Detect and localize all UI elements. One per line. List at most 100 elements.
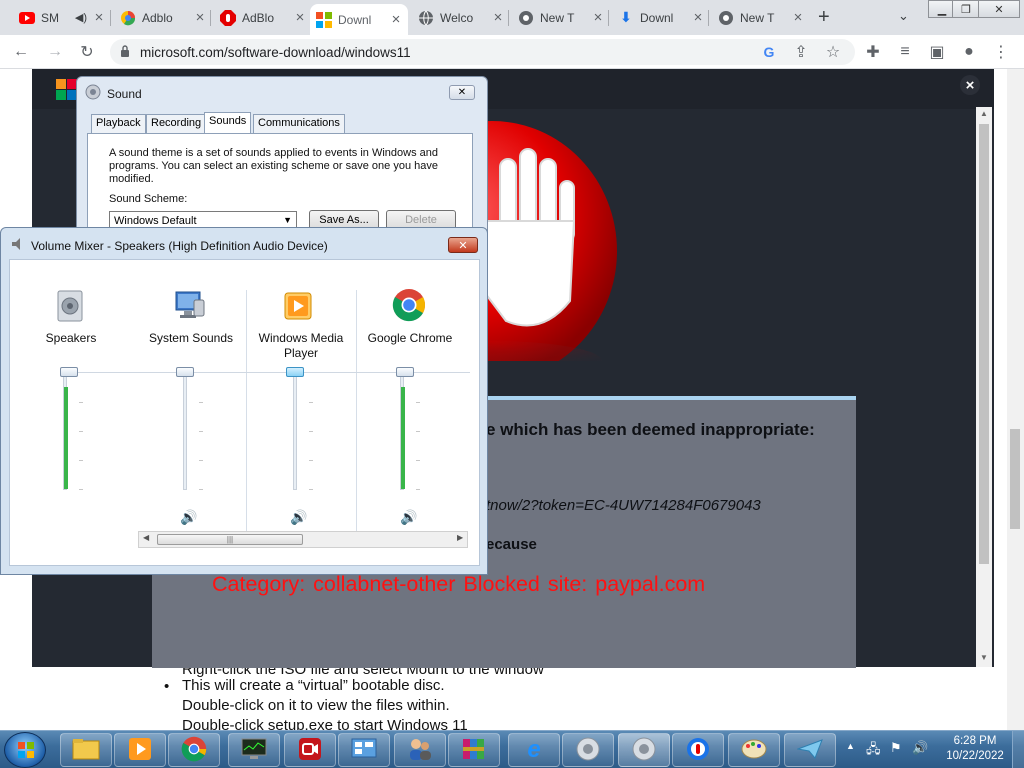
tab-separator <box>210 10 211 26</box>
tab-sounds[interactable]: Sounds <box>204 112 252 134</box>
speakers-volume-slider[interactable] <box>60 367 78 377</box>
scroll-down-arrow-icon[interactable]: ▼ <box>980 653 988 662</box>
taskbar-speaker-button[interactable] <box>562 733 614 767</box>
taskbar-media-player-button[interactable] <box>114 733 166 767</box>
tab-adblock-store[interactable]: Adblo × <box>114 4 212 31</box>
adblock-store-icon <box>120 10 136 26</box>
tab-communications[interactable]: Communications <box>253 114 345 134</box>
profile-avatar-icon[interactable]: ● <box>958 41 980 63</box>
tab-search-chevron-icon[interactable]: ⌄ <box>898 8 909 24</box>
media-control-icon[interactable]: ≡ <box>894 41 916 63</box>
taskbar-monitor-button[interactable] <box>228 733 280 767</box>
tab-new-tab[interactable]: New T × <box>712 4 810 31</box>
wmp-volume-slider[interactable] <box>286 367 304 377</box>
scroll-up-arrow-icon[interactable]: ▲ <box>980 109 988 118</box>
tray-expand-icon[interactable]: ▲ <box>846 741 855 751</box>
share-icon[interactable]: ⇪ <box>790 41 812 63</box>
sound-close-button[interactable]: ✕ <box>449 85 475 100</box>
level-meter <box>64 386 68 489</box>
speaker-icon[interactable]: ◀︎) <box>75 11 87 24</box>
screen-recorder-icon <box>298 737 322 764</box>
tab-close-icon[interactable]: × <box>792 9 804 26</box>
wmp-volume-track[interactable] <box>293 372 297 490</box>
taskbar-sound-button-active[interactable] <box>618 733 670 767</box>
lock-icon[interactable] <box>120 44 130 60</box>
mixer-scroll-thumb[interactable]: ||| <box>157 534 303 545</box>
tab-close-icon[interactable]: × <box>93 9 105 26</box>
channel-separator <box>246 290 247 532</box>
block-line-3: ecause <box>486 536 537 553</box>
taskbar-winrar-button[interactable] <box>448 733 500 767</box>
system-sounds-mute-icon[interactable]: 🔊 <box>180 509 197 526</box>
show-desktop-button[interactable] <box>1012 731 1024 768</box>
new-tab-button[interactable]: + <box>818 6 830 29</box>
reload-icon[interactable]: ↻ <box>76 41 98 63</box>
address-bar[interactable]: microsoft.com/software-download/windows1… <box>110 39 855 65</box>
tab-adblock[interactable]: AdBlo × <box>214 4 312 31</box>
overlay-scroll-thumb[interactable] <box>979 124 989 564</box>
tab-welcome[interactable]: Welco × <box>412 4 510 31</box>
taskbar-explorer-button[interactable] <box>60 733 112 767</box>
url-text[interactable]: microsoft.com/software-download/windows1… <box>140 45 411 60</box>
close-overlay-button[interactable]: × <box>960 75 980 95</box>
side-panel-icon[interactable]: ▣ <box>926 41 948 63</box>
system-sounds-volume-track[interactable] <box>183 372 187 490</box>
mail-plane-icon <box>796 738 823 762</box>
action-center-flag-icon[interactable]: ⚑ <box>890 740 902 756</box>
tab-label: New T <box>540 10 575 25</box>
chrome-volume-track[interactable] <box>400 372 405 490</box>
maximize-button[interactable]: ❐ <box>952 0 980 18</box>
taskbar-paint-button[interactable] <box>728 733 780 767</box>
taskbar-adblock-button[interactable] <box>672 733 724 767</box>
taskbar-control-panel-button[interactable] <box>338 733 390 767</box>
tab-label: Adblo <box>142 10 173 25</box>
more-menu-icon[interactable]: ⋮ <box>990 41 1012 63</box>
chrome-volume-slider[interactable] <box>396 367 414 377</box>
page-scrollbar[interactable] <box>1007 69 1024 730</box>
tab-separator <box>110 10 111 26</box>
tab-close-icon[interactable]: × <box>294 9 306 26</box>
google-lens-icon[interactable]: G <box>758 41 780 63</box>
page-scroll-thumb[interactable] <box>1010 429 1020 529</box>
tab-close-icon[interactable]: × <box>390 11 402 28</box>
tab-close-icon[interactable]: × <box>592 9 604 26</box>
wmp-mute-icon[interactable]: 🔊 <box>290 509 307 526</box>
mixer-close-button[interactable]: ✕ <box>448 237 478 253</box>
tab-close-icon[interactable]: × <box>492 9 504 26</box>
tab-label: New T <box>740 10 775 25</box>
scroll-left-arrow-icon[interactable]: ◀ <box>143 533 149 542</box>
close-window-button[interactable]: ✕ <box>978 0 1020 18</box>
bookmark-star-icon[interactable]: ☆ <box>822 41 844 63</box>
tab-download[interactable]: ⬇ Downl × <box>612 4 710 31</box>
back-arrow-icon[interactable]: ← <box>10 41 32 63</box>
start-button[interactable] <box>4 732 46 768</box>
system-sounds-volume-slider[interactable] <box>176 367 194 377</box>
browser-toolbar: ← → ↻ microsoft.com/software-download/wi… <box>0 35 1024 69</box>
forward-arrow-icon[interactable]: → <box>44 41 66 63</box>
speakers-volume-track[interactable] <box>63 372 68 490</box>
tab-download-active[interactable]: Downl × <box>310 4 408 35</box>
tab-playback[interactable]: Playback <box>91 114 146 134</box>
folder-icon <box>72 738 100 763</box>
taskbar-screen-recorder-button[interactable] <box>284 733 336 767</box>
taskbar-chrome-button[interactable] <box>168 733 220 767</box>
tab-new-tab[interactable]: New T × <box>512 4 610 31</box>
slider-ticks <box>199 374 203 492</box>
mixer-horizontal-scrollbar[interactable]: ◀ ||| ▶ <box>138 531 468 548</box>
speaker-settings-icon <box>85 84 101 103</box>
taskbar-ie-button[interactable]: e <box>508 733 560 767</box>
chrome-mute-icon[interactable]: 🔊 <box>400 509 417 526</box>
globe-icon <box>418 10 434 26</box>
taskbar-clock[interactable]: 6:28 PM 10/22/2022 <box>944 734 1006 764</box>
tab-youtube[interactable]: SM ◀︎) × <box>13 4 111 31</box>
scroll-right-arrow-icon[interactable]: ▶ <box>457 533 463 542</box>
tab-close-icon[interactable]: × <box>692 9 704 26</box>
taskbar-users-button[interactable] <box>394 733 446 767</box>
tab-recording[interactable]: Recording <box>146 114 207 134</box>
network-icon[interactable]: 🖧 <box>866 740 881 762</box>
microsoft-icon <box>316 11 332 28</box>
volume-tray-icon[interactable]: 🔊 <box>912 740 928 756</box>
tab-close-icon[interactable]: × <box>194 9 206 26</box>
extensions-puzzle-icon[interactable]: ✚ <box>862 41 884 63</box>
taskbar-mail-button[interactable] <box>784 733 836 767</box>
